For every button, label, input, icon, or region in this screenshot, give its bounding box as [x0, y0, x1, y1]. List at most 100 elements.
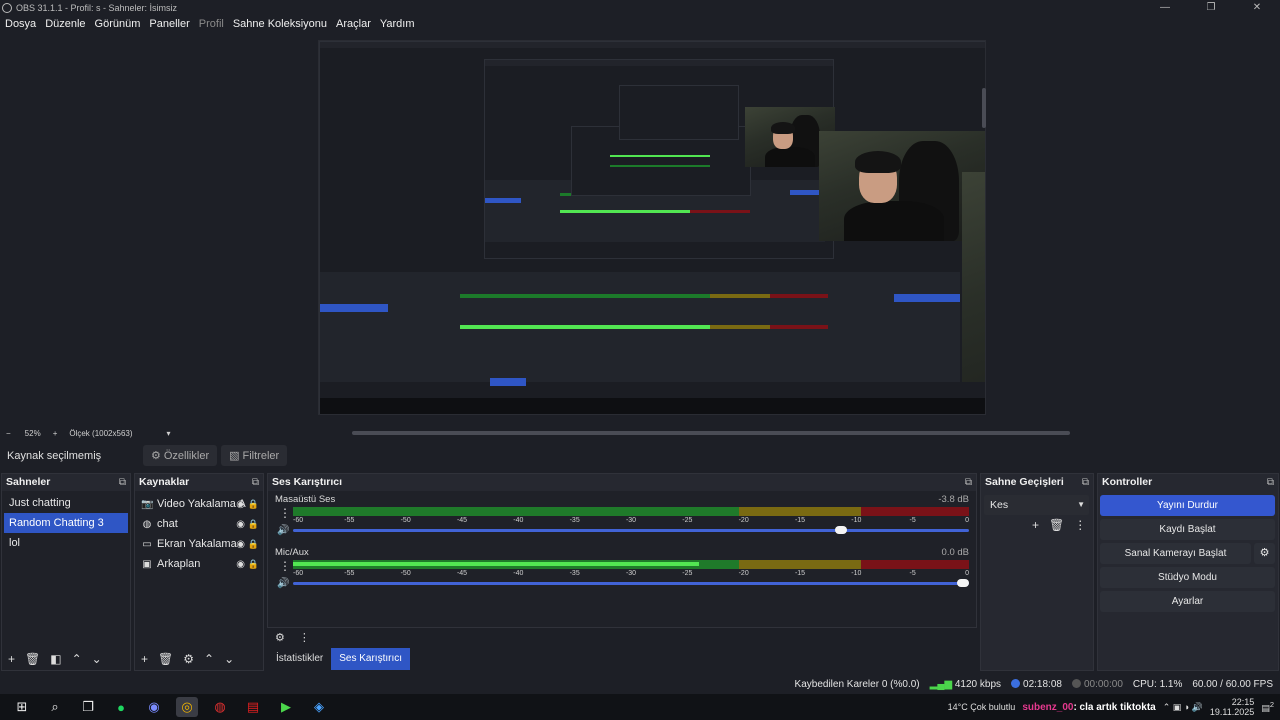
spotify-icon[interactable]: ● — [110, 697, 132, 717]
filters-button[interactable]: ▧ Filtreler — [221, 445, 288, 466]
system-tray: 14°C Çok bulutlu subenz_00: cla artık ti… — [948, 694, 1280, 720]
more-options-icon[interactable]: ⋮ — [279, 559, 291, 573]
virtual-camera-settings-gear-icon[interactable]: ⚙ — [1254, 543, 1275, 564]
preview-horizontal-scrollbar[interactable] — [352, 431, 1070, 435]
menu-edit[interactable]: Düzenle — [45, 18, 85, 30]
notifications-icon[interactable]: ▤2 — [1261, 700, 1274, 714]
close-button[interactable]: ✕ — [1234, 0, 1280, 15]
preview-vertical-scrollbar[interactable] — [982, 88, 986, 128]
app-red-icon[interactable]: ▤ — [242, 697, 264, 717]
play-icon[interactable]: ▶ — [275, 697, 297, 717]
eye-icon[interactable]: ◉ — [236, 559, 245, 570]
source-settings-gear-icon[interactable]: ⚙ — [183, 652, 194, 666]
source-item-chat[interactable]: ◍ chat ◉ 🔒 — [135, 514, 263, 534]
start-virtual-camera-button[interactable]: Sanal Kamerayı Başlat — [1100, 543, 1251, 564]
undock-icon[interactable]: ⧉ — [1082, 477, 1089, 488]
filter-icon: ▧ — [229, 450, 240, 462]
zoom-in-button[interactable]: + — [53, 429, 58, 438]
start-recording-button[interactable]: Kaydı Başlat — [1100, 519, 1275, 540]
menu-file[interactable]: Dosya — [5, 18, 36, 30]
tab-stats[interactable]: İstatistikler — [268, 648, 331, 670]
scene-item-just-chatting[interactable]: Just chatting — [4, 493, 128, 513]
task-view-icon[interactable]: ❐ — [77, 697, 99, 717]
source-item-screen-capture[interactable]: ▭ Ekran Yakalama ◉ 🔒 — [135, 534, 263, 554]
remove-scene-icon[interactable]: 🗑 — [25, 652, 40, 666]
transition-menu-icon[interactable]: ⋮ — [1074, 518, 1086, 532]
eye-icon[interactable]: ◉ — [236, 539, 245, 550]
undock-icon[interactable]: ⧉ — [965, 477, 972, 488]
obs-icon[interactable]: ◍ — [209, 697, 231, 717]
menu-scene-collection[interactable]: Sahne Koleksiyonu — [233, 18, 327, 30]
minimize-button[interactable]: — — [1142, 0, 1188, 15]
volume-slider-handle[interactable] — [835, 526, 848, 534]
add-source-icon[interactable]: + — [141, 652, 148, 666]
remove-source-icon[interactable]: 🗑 — [158, 652, 173, 666]
menu-tools[interactable]: Araçlar — [336, 18, 371, 30]
source-item-video-capture[interactable]: 📷 Video Yakalama A ◉ 🔒 — [135, 494, 263, 514]
move-down-icon[interactable]: ⌄ — [224, 652, 234, 666]
preview-canvas[interactable] — [318, 40, 986, 415]
move-up-icon[interactable]: ⌃ — [204, 652, 214, 666]
zoom-out-button[interactable]: − — [6, 429, 11, 438]
lock-icon[interactable]: 🔒 — [248, 519, 259, 530]
eye-icon[interactable]: ◉ — [236, 519, 245, 530]
meter-tick-label: -30 — [625, 517, 637, 524]
volume-slider-handle[interactable] — [957, 579, 969, 587]
advanced-audio-icon[interactable]: ⚙ — [275, 631, 285, 644]
move-up-icon[interactable]: ⌃ — [72, 652, 82, 666]
scale-dropdown-button[interactable]: ▾ — [167, 429, 171, 438]
add-transition-icon[interactable]: + — [1032, 518, 1039, 532]
image-icon: ▣ — [142, 558, 152, 570]
scene-filters-icon[interactable]: ◧ — [50, 652, 61, 666]
record-time: 00:00:00 — [1071, 679, 1123, 690]
remove-transition-icon[interactable]: 🗑 — [1049, 518, 1064, 532]
properties-button[interactable]: ⚙ Özellikler — [143, 445, 218, 466]
mixer-toolbar: ⚙ ⋮ — [270, 627, 975, 647]
source-item-background[interactable]: ▣ Arkaplan ◉ 🔒 — [135, 554, 263, 574]
scene-item-lol[interactable]: lol — [4, 533, 128, 553]
menu-help[interactable]: Yardım — [380, 18, 415, 30]
meter-tick-label: -60 — [293, 517, 304, 524]
lock-icon[interactable]: 🔒 — [248, 539, 259, 550]
eye-icon[interactable]: ◉ — [236, 499, 245, 510]
bitrate: ▂▄▆ 4120 kbps — [929, 678, 1002, 690]
undock-icon[interactable]: ⧉ — [1267, 477, 1274, 488]
tray-icons[interactable]: ⌃ ▣ ◑ 🔊 — [1163, 702, 1203, 713]
transition-select[interactable]: Kes ▼ — [984, 495, 1089, 515]
preview-area[interactable]: − 52% + Ölçek (1002x563) ▾ — [0, 33, 1280, 438]
more-options-icon[interactable]: ⋮ — [279, 506, 291, 520]
cpu-usage: CPU: 1.1% — [1132, 678, 1183, 690]
settings-button[interactable]: Ayarlar — [1100, 591, 1275, 612]
app-blue-icon[interactable]: ◈ — [308, 697, 330, 717]
volume-slider[interactable] — [293, 579, 969, 587]
speaker-icon[interactable]: 🔊 — [277, 525, 289, 536]
undock-icon[interactable]: ⧉ — [252, 477, 259, 488]
meter-ticks: -60 -55 -50 -45 -40 -35 -30 -25 -20 -15 -10 -5 0 — [293, 570, 969, 580]
menu-docks[interactable]: Paneller — [149, 18, 189, 30]
lock-icon[interactable]: 🔒 — [248, 559, 259, 570]
transition-toolbar: + 🗑 ⋮ — [1032, 518, 1086, 532]
scene-item-random-chatting-3[interactable]: Random Chatting 3 — [4, 513, 128, 533]
undock-icon[interactable]: ⧉ — [119, 477, 126, 488]
transition-selected: Kes — [990, 499, 1009, 511]
studio-mode-button[interactable]: Stüdyo Modu — [1100, 567, 1275, 588]
windows-start-icon[interactable]: ⊞ — [11, 697, 33, 717]
discord-icon[interactable]: ◉ — [143, 697, 165, 717]
volume-slider[interactable] — [293, 526, 969, 534]
maximize-button[interactable]: ❐ — [1188, 0, 1234, 15]
search-icon[interactable]: ⌕ — [44, 697, 66, 717]
transitions-dock-header: Sahne Geçişleri ⧉ — [981, 474, 1093, 490]
meter-tick-label: -20 — [738, 517, 749, 524]
lock-icon[interactable]: 🔒 — [248, 499, 259, 510]
clock[interactable]: 22:15 19.11.2025 — [1210, 697, 1254, 717]
mixer-menu-icon[interactable]: ⋮ — [299, 631, 310, 644]
stop-streaming-button[interactable]: Yayını Durdur — [1100, 495, 1275, 516]
scenes-dock: Sahneler ⧉ Just chatting Random Chatting… — [1, 473, 131, 671]
mixer-dock-header: Ses Karıştırıcı ⧉ — [268, 474, 976, 490]
chrome-icon[interactable]: ◎ — [176, 697, 198, 717]
menu-view[interactable]: Görünüm — [95, 18, 141, 30]
speaker-icon[interactable]: 🔊 — [277, 578, 289, 589]
tab-audio-mixer[interactable]: Ses Karıştırıcı — [331, 648, 411, 670]
add-scene-icon[interactable]: + — [8, 652, 15, 666]
move-down-icon[interactable]: ⌄ — [92, 652, 102, 666]
